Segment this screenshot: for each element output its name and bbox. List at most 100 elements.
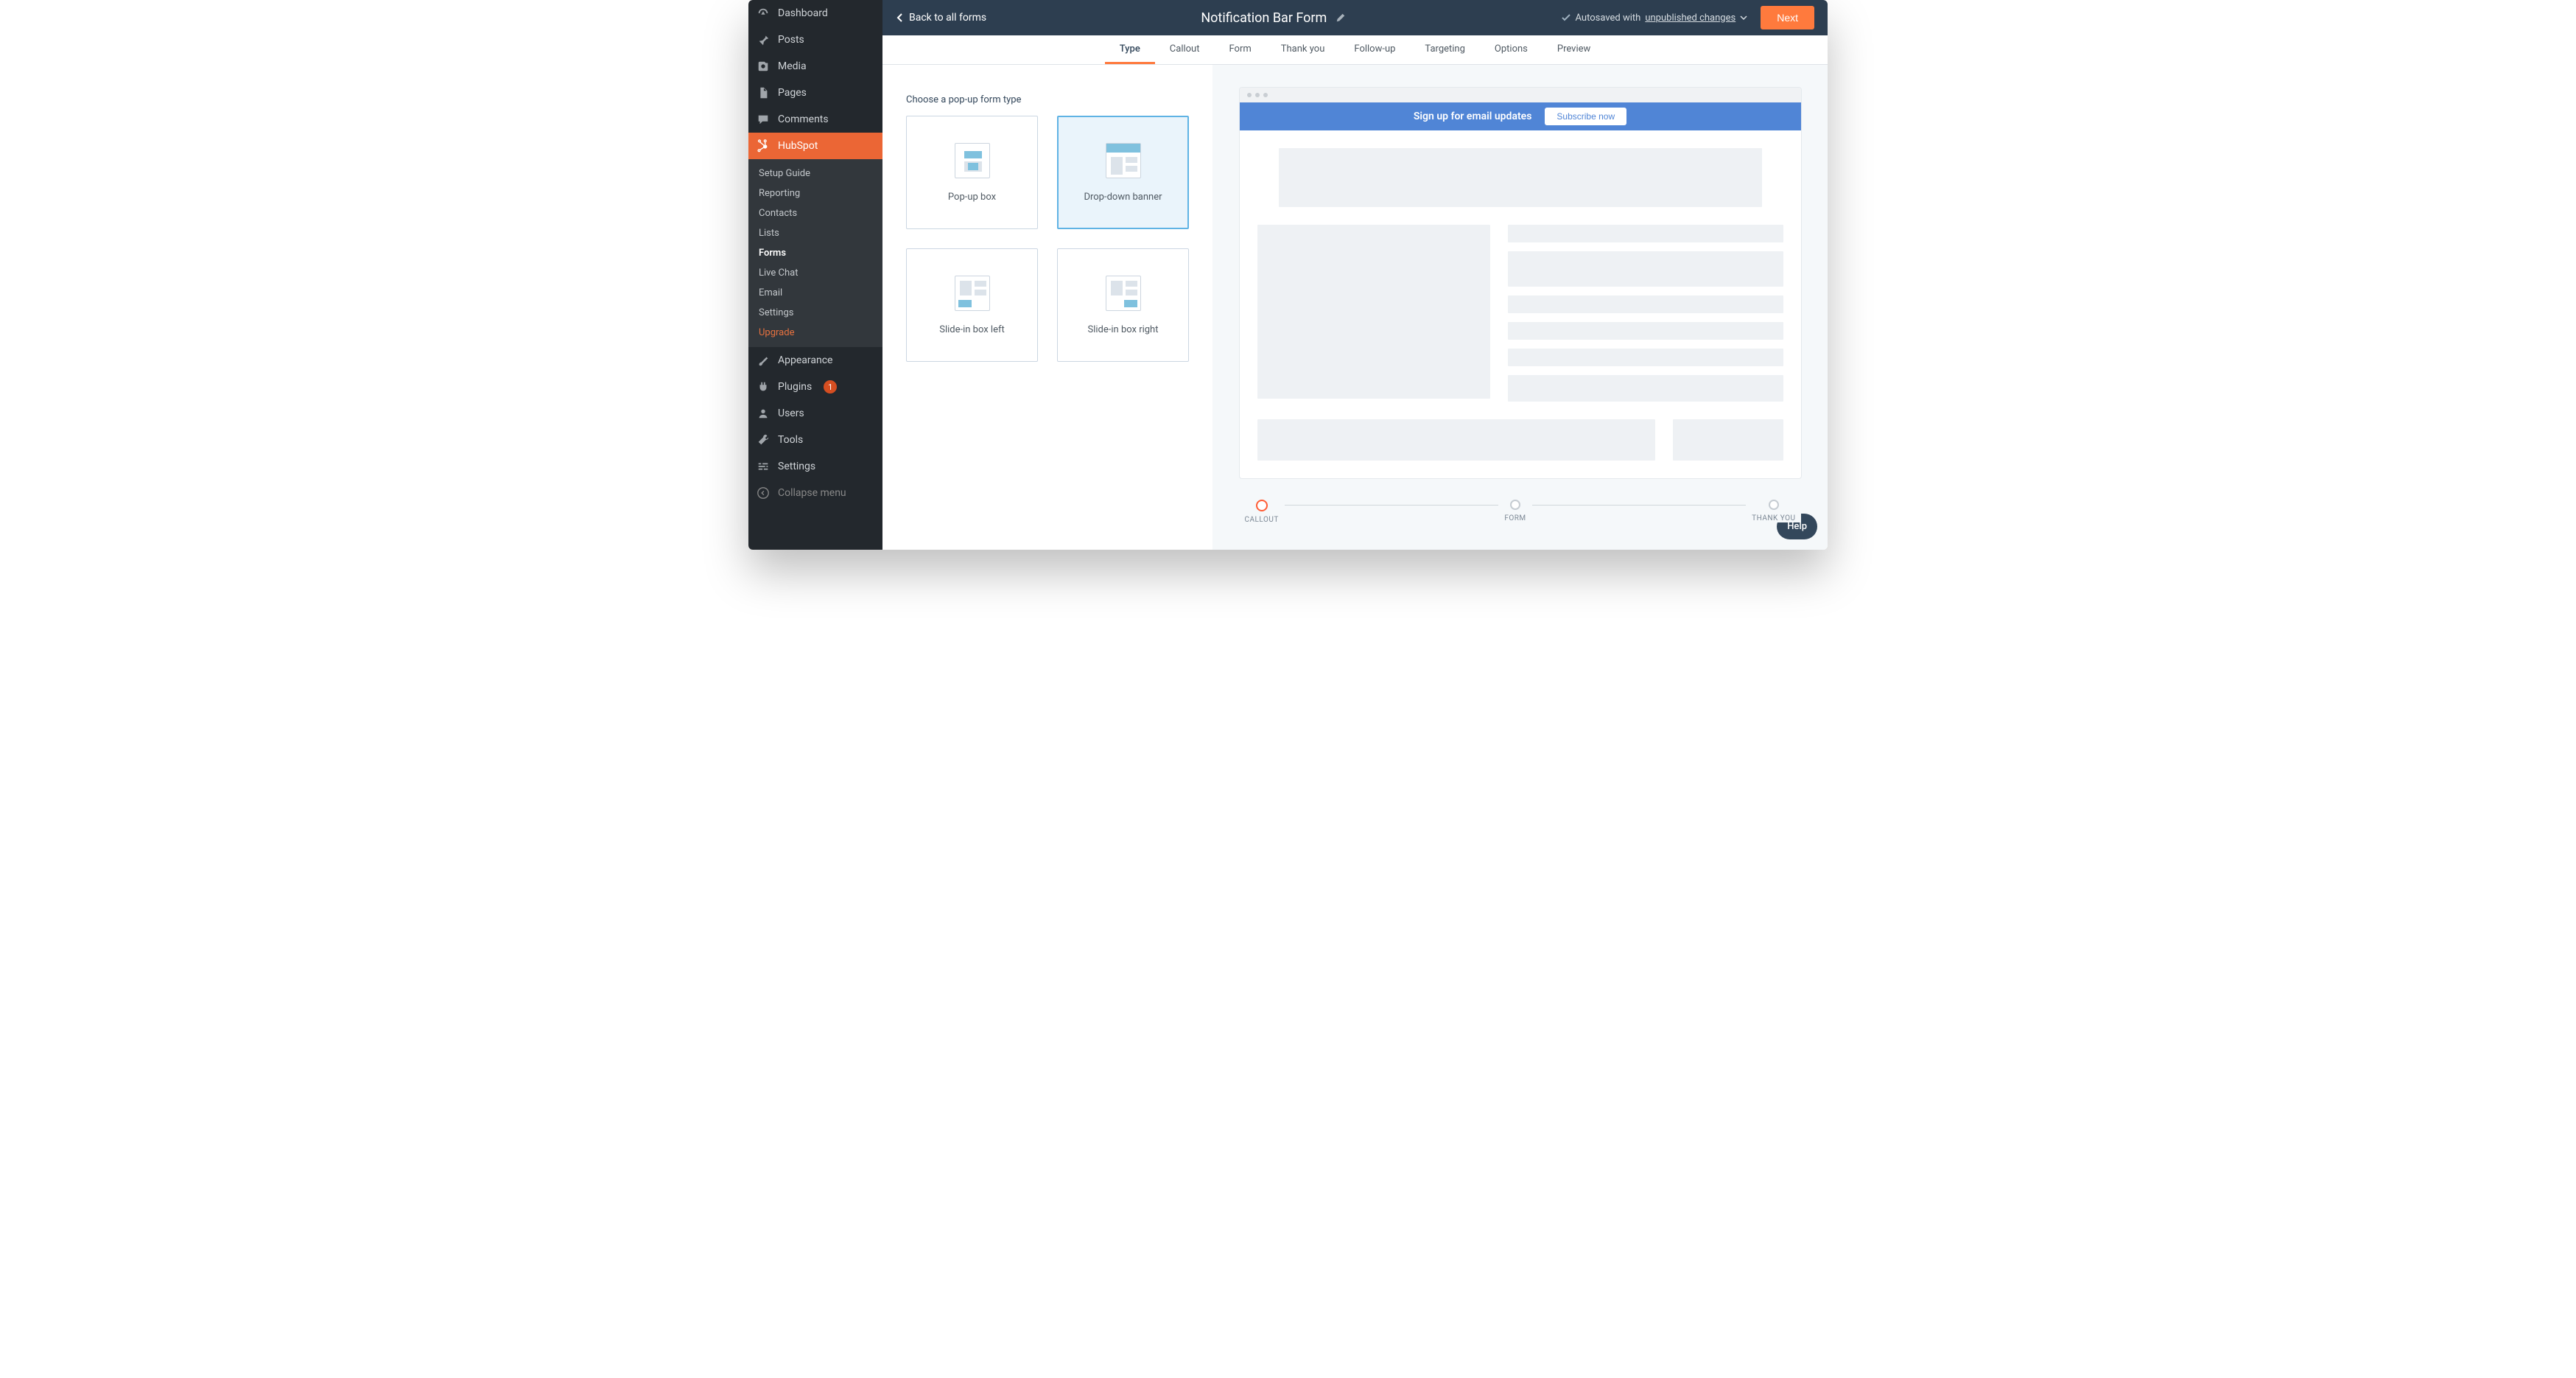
sidebar-item-settings[interactable]: Settings xyxy=(748,453,882,480)
mock-block xyxy=(1279,148,1762,207)
mini-preview xyxy=(1106,143,1141,178)
tab-type[interactable]: Type xyxy=(1105,35,1155,64)
autosave-prefix: Autosaved with xyxy=(1576,13,1641,24)
mock-block xyxy=(1257,419,1655,461)
progress-steps: CALLOUT FORM THANK YOU xyxy=(1239,500,1802,524)
sub-email[interactable]: Email xyxy=(748,283,882,303)
sidebar-label: Dashboard xyxy=(778,7,828,19)
check-icon xyxy=(1561,13,1571,23)
sidebar-item-appearance[interactable]: Appearance xyxy=(748,347,882,374)
tab-preview[interactable]: Preview xyxy=(1543,35,1605,64)
content: Choose a pop-up form type Pop-up box xyxy=(882,65,1828,550)
window-dot xyxy=(1247,93,1252,97)
sidebar-label: Tools xyxy=(778,434,803,446)
media-icon xyxy=(756,59,771,74)
sidebar-collapse[interactable]: Collapse menu xyxy=(748,480,882,506)
sidebar-label: Settings xyxy=(778,461,815,472)
sub-setup-guide[interactable]: Setup Guide xyxy=(748,164,882,183)
sub-lists[interactable]: Lists xyxy=(748,223,882,243)
chevron-left-icon xyxy=(896,13,905,22)
step-form[interactable]: FORM xyxy=(1498,500,1531,522)
sidebar-item-pages[interactable]: Pages xyxy=(748,80,882,106)
sidebar-label: Collapse menu xyxy=(778,487,846,499)
sub-reporting[interactable]: Reporting xyxy=(748,183,882,203)
step-circle xyxy=(1256,500,1268,511)
back-link[interactable]: Back to all forms xyxy=(896,12,986,24)
window-dot xyxy=(1255,93,1260,97)
sidebar-label: Comments xyxy=(778,113,829,125)
sub-contacts[interactable]: Contacts xyxy=(748,203,882,223)
mock-body xyxy=(1240,130,1801,478)
step-label: CALLOUT xyxy=(1245,516,1279,524)
pencil-icon[interactable] xyxy=(1336,13,1346,23)
sliders-icon xyxy=(756,459,771,474)
type-label: Drop-down banner xyxy=(1084,192,1162,203)
type-popup[interactable]: Pop-up box xyxy=(906,116,1038,229)
back-label: Back to all forms xyxy=(909,12,986,24)
sidebar-label: Pages xyxy=(778,87,807,99)
sub-live-chat[interactable]: Live Chat xyxy=(748,263,882,283)
brush-icon xyxy=(756,353,771,368)
wrench-icon xyxy=(756,433,771,447)
page-title-wrap: Notification Bar Form xyxy=(986,10,1560,26)
autosave-link[interactable]: unpublished changes xyxy=(1645,13,1736,24)
subscribe-button[interactable]: Subscribe now xyxy=(1545,108,1626,125)
collapse-icon xyxy=(756,486,771,500)
sidebar-item-users[interactable]: Users xyxy=(748,400,882,427)
step-callout[interactable]: CALLOUT xyxy=(1239,500,1285,524)
step-label: THANK YOU xyxy=(1752,514,1795,522)
sub-settings[interactable]: Settings xyxy=(748,303,882,323)
panel-heading: Choose a pop-up form type xyxy=(906,94,1189,105)
next-button[interactable]: Next xyxy=(1761,6,1814,29)
gauge-icon xyxy=(756,6,771,21)
step-thank-you[interactable]: THANK YOU xyxy=(1746,500,1801,522)
step-circle xyxy=(1510,500,1520,510)
sidebar-item-plugins[interactable]: Plugins 1 xyxy=(748,374,882,400)
comment-icon xyxy=(756,112,771,127)
user-icon xyxy=(756,406,771,421)
sidebar-item-media[interactable]: Media xyxy=(748,53,882,80)
mock-line xyxy=(1508,251,1783,287)
sidebar: Dashboard Posts Media Pages Comments Hub… xyxy=(748,0,882,550)
tab-follow-up[interactable]: Follow-up xyxy=(1339,35,1410,64)
sidebar-label: HubSpot xyxy=(778,140,818,152)
sub-forms[interactable]: Forms xyxy=(748,243,882,263)
sub-upgrade[interactable]: Upgrade xyxy=(748,323,882,343)
mock-block xyxy=(1257,225,1490,399)
page-title: Notification Bar Form xyxy=(1201,10,1327,26)
type-slide-right[interactable]: Slide-in box right xyxy=(1057,248,1189,362)
tab-callout[interactable]: Callout xyxy=(1155,35,1215,64)
notif-text: Sign up for email updates xyxy=(1414,111,1532,122)
type-grid: Pop-up box Drop-down banner xyxy=(906,116,1189,362)
app-frame: Dashboard Posts Media Pages Comments Hub… xyxy=(748,0,1828,550)
step-circle xyxy=(1769,500,1779,510)
browser-mock: Sign up for email updates Subscribe now xyxy=(1239,87,1802,479)
tab-thank-you[interactable]: Thank you xyxy=(1266,35,1340,64)
tab-targeting[interactable]: Targeting xyxy=(1410,35,1479,64)
sidebar-submenu: Setup Guide Reporting Contacts Lists For… xyxy=(748,159,882,347)
sidebar-item-hubspot[interactable]: HubSpot xyxy=(748,133,882,159)
chevron-down-icon[interactable] xyxy=(1740,14,1747,21)
left-panel: Choose a pop-up form type Pop-up box xyxy=(882,65,1212,550)
type-slide-left[interactable]: Slide-in box left xyxy=(906,248,1038,362)
step-label: FORM xyxy=(1504,514,1526,522)
type-label: Slide-in box left xyxy=(939,324,1005,335)
mock-line xyxy=(1508,349,1783,366)
sidebar-item-comments[interactable]: Comments xyxy=(748,106,882,133)
sidebar-item-dashboard[interactable]: Dashboard xyxy=(748,0,882,27)
sidebar-label: Plugins xyxy=(778,381,812,393)
mock-line xyxy=(1508,322,1783,340)
mock-line xyxy=(1508,225,1783,242)
type-label: Pop-up box xyxy=(948,192,996,203)
topbar: Back to all forms Notification Bar Form … xyxy=(882,0,1828,35)
plug-icon xyxy=(756,380,771,394)
plugins-badge: 1 xyxy=(824,380,837,394)
tab-form[interactable]: Form xyxy=(1214,35,1266,64)
sidebar-item-tools[interactable]: Tools xyxy=(748,427,882,453)
sidebar-item-posts[interactable]: Posts xyxy=(748,27,882,53)
mini-preview xyxy=(1106,276,1141,311)
type-banner[interactable]: Drop-down banner xyxy=(1057,116,1189,229)
right-panel: Sign up for email updates Subscribe now xyxy=(1212,65,1828,550)
mini-preview xyxy=(955,276,990,311)
tab-options[interactable]: Options xyxy=(1480,35,1543,64)
